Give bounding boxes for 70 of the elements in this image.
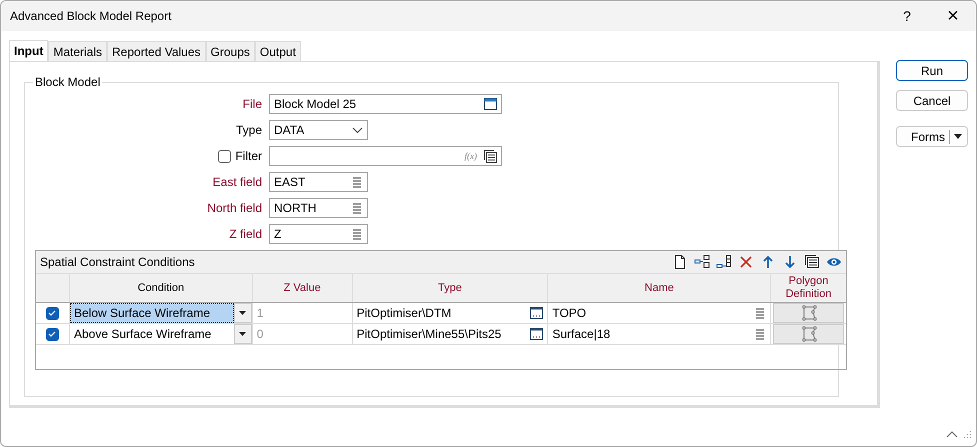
tab[interactable]: Reported Values [107, 41, 206, 61]
column-header: Z Value [252, 274, 353, 302]
field-selector[interactable]: EAST [269, 172, 368, 192]
caret-down-icon [239, 311, 246, 315]
check-icon [48, 310, 56, 316]
type-dropdown[interactable]: DATA [269, 120, 368, 140]
chevron-up-icon[interactable] [946, 430, 958, 438]
tab[interactable]: Input [9, 40, 48, 61]
grid-title: Spatial Constraint Conditions [40, 255, 195, 269]
field-selector[interactable]: NORTH [269, 198, 368, 218]
tab[interactable]: Groups [206, 41, 255, 61]
column-header: Condition [70, 274, 253, 302]
file-field[interactable]: Block Model 25 [269, 94, 502, 114]
dialog-button[interactable]: Cancel [896, 90, 968, 111]
tab[interactable]: Materials [48, 41, 108, 61]
dropdown-button[interactable] [234, 324, 252, 344]
browse-icon[interactable] [530, 328, 544, 340]
table-cell: PitOptimiser\Mine55\Pits25 [356, 327, 502, 341]
condition-dropdown[interactable]: Below Surface Wireframe [70, 303, 234, 323]
forms-button[interactable]: Forms [896, 126, 968, 147]
table-cell: TOPO [552, 306, 586, 320]
table-cell: 0 [252, 324, 353, 344]
dialog-button[interactable]: Run [896, 60, 968, 81]
help-button[interactable]: ? [884, 1, 930, 31]
delete-icon[interactable] [738, 254, 754, 270]
table-cell: 1 [252, 303, 353, 323]
check-icon [48, 331, 56, 337]
insert-row-icon[interactable] [694, 254, 710, 270]
caret-down-icon [239, 332, 246, 336]
table-cell: Surface|18 [552, 327, 610, 341]
close-button[interactable]: × [930, 1, 976, 31]
table-cell: PitOptimiser\DTM [356, 306, 452, 320]
list-icon [351, 227, 363, 241]
group-title: Block Model [33, 75, 102, 89]
chevron-down-icon [352, 126, 363, 134]
caret-down-icon [954, 134, 962, 139]
browse-icon[interactable] [530, 307, 544, 319]
dropdown-button[interactable] [234, 303, 252, 323]
list-icon[interactable] [754, 327, 766, 341]
function-icon[interactable]: f(x) [464, 151, 477, 161]
checkbox[interactable] [218, 150, 232, 162]
column-header: Type [352, 274, 548, 302]
list-icon[interactable] [804, 254, 820, 270]
condition-dropdown[interactable]: Above Surface Wireframe [70, 324, 234, 344]
window-title: Advanced Block Model Report [10, 9, 172, 23]
field-label: North field [207, 201, 262, 215]
list-icon[interactable] [483, 150, 497, 162]
checkbox[interactable] [46, 306, 59, 320]
list-icon[interactable] [754, 306, 766, 320]
field-label: File [242, 97, 262, 111]
tab[interactable]: Output [254, 41, 301, 61]
field-label: Filter [235, 149, 262, 163]
list-icon [351, 175, 363, 189]
field-label: Z field [229, 227, 262, 241]
field-selector[interactable]: Z [269, 224, 368, 244]
column-header: Name [548, 274, 772, 302]
polygon-button[interactable] [773, 303, 844, 323]
resize-grip-icon [964, 430, 972, 438]
append-row-icon[interactable] [716, 254, 732, 270]
polygon-button[interactable] [773, 324, 844, 344]
list-icon [351, 201, 363, 215]
field-label: East field [212, 175, 262, 189]
filter-field[interactable]: f(x) [269, 146, 502, 166]
polygon-icon [800, 326, 817, 342]
checkbox[interactable] [46, 328, 59, 340]
field-label: Type [236, 123, 262, 137]
window-icon [484, 98, 497, 110]
new-file-icon[interactable] [672, 254, 688, 270]
polygon-icon [800, 305, 817, 321]
column-header: Polygon Definition [784, 274, 832, 302]
